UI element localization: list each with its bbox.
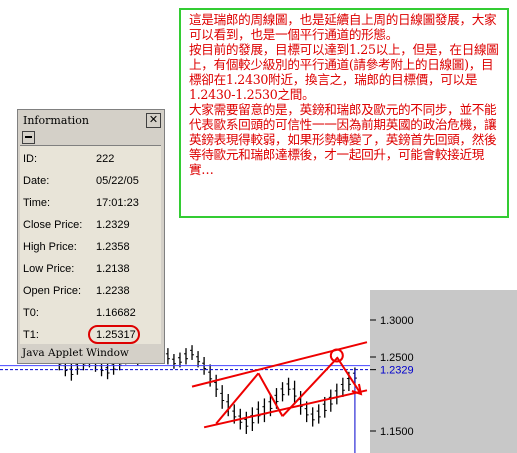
information-window: Information ✕ ID: 222 Date: 05/22/05 Tim…	[17, 109, 165, 364]
info-row-low-price: Low Price: 1.2138	[23, 263, 158, 279]
info-row-date: Date: 05/22/05	[23, 175, 158, 191]
note-paragraph: 大家需要留意的是，英鎊和瑞郎及歐元的不同步，並不能代表歐系回頭的可信性一一因為前…	[189, 102, 497, 177]
y-tick-label: 1.1500	[380, 426, 414, 438]
info-label: Open Price:	[23, 285, 82, 297]
info-label: Close Price:	[23, 219, 83, 231]
info-row-t1: T1: 1.25317	[23, 325, 158, 345]
info-row-open-price: Open Price: 1.2238	[23, 285, 158, 301]
info-row-t0: T0: 1.16682	[23, 307, 158, 323]
info-value: 1.2138	[96, 263, 130, 275]
info-label: Low Price:	[23, 263, 75, 275]
info-value: 05/22/05	[96, 175, 139, 187]
info-value: 222	[96, 153, 115, 165]
info-row-id: ID: 222	[23, 153, 158, 169]
info-label: T1:	[23, 329, 39, 341]
analysis-note: 這是瑞郎的周線圖，也是延續自上周的日線圖發展，大家可以看到，也是一個平行通道的形…	[179, 8, 509, 218]
info-label: ID:	[23, 153, 38, 165]
info-label: T0:	[23, 307, 39, 319]
t1-highlight-ring	[88, 325, 140, 344]
y-tick-label: 1.2500	[380, 352, 414, 364]
y-tick-label: 1.3000	[380, 315, 414, 327]
info-row-close-price: Close Price: 1.2329	[23, 219, 158, 235]
close-icon[interactable]: ✕	[146, 113, 161, 128]
info-label: Date:	[23, 175, 50, 187]
note-paragraph: 按目前的發展，目標可以達到1.25以上，但是，在日線圖上，有個較少級別的平行通道…	[189, 42, 499, 102]
info-row-time: Time: 17:01:23	[23, 197, 158, 213]
info-label: High Price:	[23, 241, 77, 253]
applet-status: Java Applet Window	[22, 347, 129, 359]
info-value: 1.16682	[96, 307, 136, 319]
info-panel: ID: 222 Date: 05/22/05 Time: 17:01:23 Cl…	[20, 145, 161, 344]
info-value: 1.2358	[96, 241, 130, 253]
info-value: 17:01:23	[96, 197, 139, 209]
minimize-icon[interactable]	[22, 131, 35, 144]
info-value: 1.2329	[96, 219, 130, 231]
y-tick-label: 1.2329	[380, 365, 414, 377]
info-row-high-price: High Price: 1.2358	[23, 241, 158, 257]
info-value: 1.2238	[96, 285, 130, 297]
info-label: Time:	[23, 197, 51, 209]
window-title: Information	[23, 114, 90, 127]
channel-drawing	[191, 341, 368, 429]
note-paragraph: 這是瑞郎的周線圖，也是延續自上周的日線圖發展，大家可以看到，也是一個平行通道的形…	[189, 12, 497, 42]
wave-segment	[281, 357, 338, 417]
window-titlebar[interactable]: Information ✕	[20, 112, 162, 129]
